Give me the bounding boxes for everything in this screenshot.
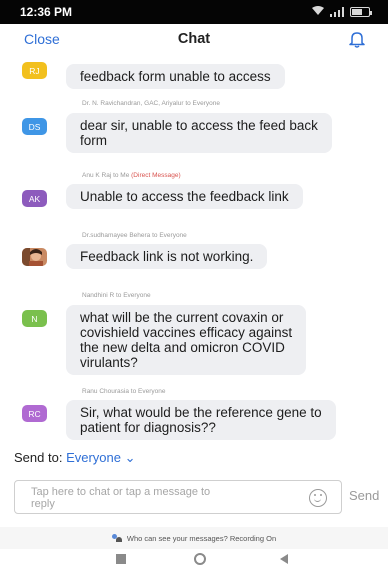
send-to-value: Everyone [66, 450, 121, 465]
message-text-line: covishield vaccines efficacy against [80, 325, 293, 340]
direct-message-tag: (Direct Message) [131, 172, 181, 179]
message-bubble[interactable]: Unable to access the feedback link [66, 184, 303, 209]
message-sender: Ranu Chourasia to Everyone [82, 388, 166, 395]
message-sender: Anu K Raj to Me (Direct Message) [82, 172, 181, 179]
message-text-line: virulants? [80, 355, 138, 370]
bell-icon[interactable] [348, 30, 366, 48]
message-text-line: Sir, what would be the reference gene to [80, 405, 322, 420]
message-text-line: the new delta and omicron COVID [80, 340, 285, 355]
message-sender: Dr.sudhamayee Behera to Everyone [82, 232, 187, 239]
back-button[interactable] [280, 554, 288, 564]
message-text: Unable to access the feedback link [80, 189, 289, 204]
message-bubble[interactable]: dear sir, unable to access the feed back… [66, 113, 332, 153]
compose-bar: Tap here to chat or tap a message to rep… [0, 474, 388, 520]
send-to-dropdown[interactable]: Everyone ⌄ [66, 450, 135, 465]
avatar: DS [22, 118, 47, 135]
send-button[interactable]: Send [349, 488, 379, 503]
message-text: Feedback link is not working. [80, 249, 254, 264]
avatar: RC [22, 405, 47, 422]
system-nav-bar [0, 549, 388, 569]
chevron-down-icon: ⌄ [120, 450, 136, 465]
wifi-icon [312, 5, 324, 19]
privacy-notice[interactable]: Who can see your messages? Recording On [0, 527, 388, 549]
status-time: 12:36 PM [20, 5, 73, 19]
chat-header: Close Chat [0, 24, 388, 54]
message-bubble[interactable]: what will be the current covaxin or covi… [66, 305, 307, 375]
message-sender: Nandhini R to Everyone [82, 292, 151, 299]
message-sender: Dr. N. Ravichandran, GAC, Ariyalur to Ev… [82, 100, 221, 107]
status-bar: 12:36 PM [0, 0, 388, 24]
chat-input[interactable]: Tap here to chat or tap a message to rep… [14, 480, 342, 514]
placeholder-line: reply [31, 498, 55, 510]
message-bubble[interactable]: Sir, what would be the reference gene to… [66, 400, 336, 440]
privacy-text: Who can see your messages? Recording On [126, 533, 277, 543]
message-bubble[interactable]: Feedback link is not working. [66, 244, 268, 269]
close-button[interactable]: Close [24, 31, 60, 47]
avatar: AK [22, 190, 47, 207]
message-bubble[interactable]: feedback form unable to access [66, 64, 285, 89]
home-button[interactable] [194, 553, 206, 565]
send-to-label: Send to: [14, 450, 63, 465]
recent-apps-button[interactable] [116, 554, 126, 564]
message-text-line: form [80, 133, 107, 148]
signal-icon [330, 7, 344, 17]
avatar: RJ [22, 62, 47, 79]
message-sender-name: Anu K Raj to Me [82, 172, 130, 179]
message-text-line: what will be the current covaxin or [80, 310, 284, 325]
message-text-line: patient for diagnosis?? [80, 420, 216, 435]
people-icon [111, 534, 123, 542]
message-text: feedback form unable to access [80, 69, 271, 84]
message-text-line: dear sir, unable to access the feed back [80, 118, 318, 133]
chat-input-placeholder: Tap here to chat or tap a message to rep… [31, 486, 281, 510]
battery-icon [350, 7, 372, 17]
send-to-row: Send to: Everyone ⌄ [14, 450, 136, 466]
status-icons [312, 5, 372, 19]
page-title: Chat [177, 31, 211, 47]
avatar: N [22, 310, 47, 327]
emoji-icon[interactable] [309, 489, 327, 507]
chat-message-list[interactable]: RJ feedback form unable to access Dr. N.… [0, 54, 388, 446]
avatar [22, 248, 47, 266]
placeholder-line: Tap here to chat or tap a message to [31, 486, 211, 498]
